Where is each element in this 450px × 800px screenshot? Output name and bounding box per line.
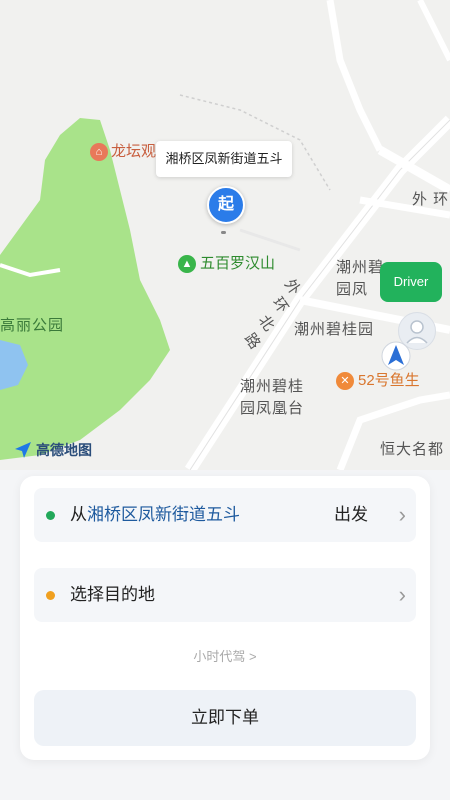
- temple-icon: ⌂: [90, 143, 108, 161]
- destination-placeholder: 选择目的地: [70, 585, 155, 604]
- start-location-tooltip[interactable]: 湘桥区凤新街道五斗: [156, 141, 292, 177]
- order-card: 从湘桥区凤新街道五斗 出发 › 选择目的地 › 小时代驾 > 立即下单: [20, 476, 430, 760]
- from-dot-icon: [46, 511, 55, 520]
- hourly-driver-link[interactable]: 小时代驾 >: [20, 646, 430, 665]
- poi-wubai-label[interactable]: 五百罗汉山: [200, 254, 275, 274]
- chevron-right-icon: ›: [398, 502, 406, 527]
- map-label-yuanfeng-top: 园凤: [336, 281, 369, 298]
- map-label-chaozhou-2-line2: 园凤凰台: [240, 400, 305, 417]
- map-view[interactable]: ⌂ 龙坛观 ▲ 五百罗汉山 高丽公园 外 环 北 路 外 环 潮州碧 园凤 潮州…: [0, 0, 450, 470]
- poi-longtan-label[interactable]: 龙坛观: [111, 142, 156, 162]
- amap-logo: 高德地图: [14, 440, 92, 460]
- chevron-right-icon: ›: [398, 582, 406, 607]
- start-point-dot: [221, 231, 226, 234]
- map-label-chaozhou-biguiyuan: 潮州碧桂园: [294, 321, 375, 338]
- map-base: [0, 0, 450, 470]
- amap-logo-text: 高德地图: [36, 442, 92, 458]
- driver-label[interactable]: Driver: [380, 262, 442, 302]
- map-label-chaozhou-2-line1: 潮州碧桂: [240, 378, 305, 395]
- map-label-chaozhou-top: 潮州碧: [336, 259, 385, 276]
- from-location-row[interactable]: 从湘桥区凤新街道五斗 出发 ›: [34, 488, 416, 542]
- navigation-arrow-icon: [380, 340, 412, 377]
- amap-logo-icon: [15, 442, 31, 458]
- mountain-icon: ▲: [178, 255, 196, 273]
- destination-row[interactable]: 选择目的地 ›: [34, 568, 416, 622]
- destination-dot-icon: [46, 591, 55, 600]
- map-label-gaoli: 高丽公园: [0, 317, 65, 334]
- food-icon: ✕: [336, 372, 354, 390]
- from-location: 湘桥区凤新街道五斗: [87, 505, 240, 524]
- from-prefix: 从: [70, 505, 87, 524]
- submit-order-button[interactable]: 立即下单: [34, 690, 416, 746]
- map-label-waihuan-top: 外 环: [412, 191, 450, 208]
- map-label-hengda: 恒大名都: [380, 441, 445, 458]
- start-pin-icon[interactable]: 起: [207, 186, 245, 224]
- depart-label: 出发: [334, 505, 368, 524]
